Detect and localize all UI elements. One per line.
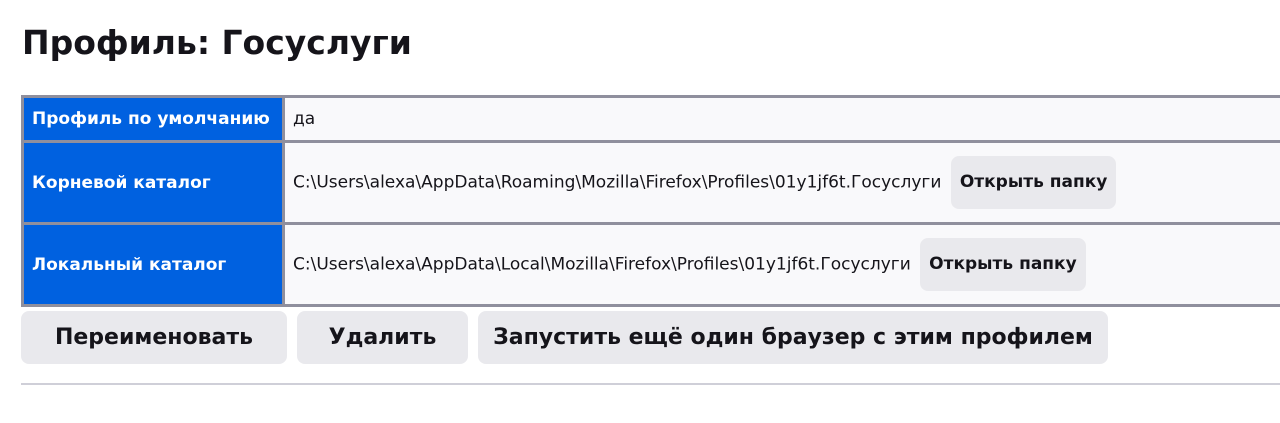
- root-directory-label: Корневой каталог: [24, 140, 285, 222]
- local-directory-path: C:\Users\alexa\AppData\Local\Mozilla\Fir…: [293, 254, 911, 275]
- profile-actions: Переименовать Удалить Запустить ещё один б…: [21, 311, 1118, 364]
- profile-info-table: Профиль по умолчанию да Корневой каталог…: [21, 95, 1280, 307]
- local-directory-cell: C:\Users\alexa\AppData\Local\Mozilla\Fir…: [285, 222, 1280, 304]
- rename-button[interactable]: Переименовать: [21, 311, 287, 364]
- root-directory-cell: C:\Users\alexa\AppData\Roaming\Mozilla\F…: [285, 140, 1280, 222]
- table-row-root-directory: Корневой каталог C:\Users\alexa\AppData\…: [24, 140, 1280, 222]
- default-profile-value: да: [293, 109, 316, 129]
- open-local-folder-button[interactable]: Открыть папку: [920, 238, 1086, 291]
- launch-browser-button[interactable]: Запустить ещё один браузер с этим профил…: [478, 311, 1108, 364]
- profile-page: Профиль: Госуслуги Профиль по умолчанию …: [0, 0, 1280, 423]
- local-directory-label: Локальный каталог: [24, 222, 285, 304]
- root-directory-path: C:\Users\alexa\AppData\Roaming\Mozilla\F…: [293, 172, 942, 193]
- open-root-folder-button[interactable]: Открыть папку: [950, 156, 1117, 209]
- page-title: Профиль: Госуслуги: [22, 23, 412, 62]
- delete-button[interactable]: Удалить: [297, 311, 468, 364]
- table-row-local-directory: Локальный каталог C:\Users\alexa\AppData…: [24, 222, 1280, 304]
- horizontal-divider: [21, 383, 1280, 385]
- default-profile-label: Профиль по умолчанию: [24, 98, 285, 140]
- table-row-default-profile: Профиль по умолчанию да: [24, 98, 1280, 140]
